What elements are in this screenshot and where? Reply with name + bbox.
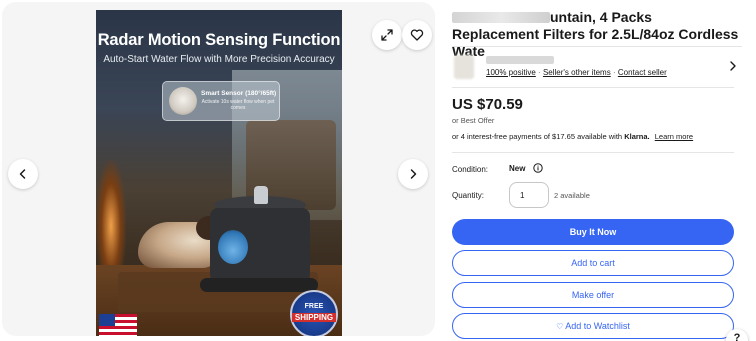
seller-avatar xyxy=(454,55,474,79)
chevron-left-icon xyxy=(19,169,26,179)
photo-lamp xyxy=(96,160,126,270)
fountain-spout xyxy=(254,186,268,204)
seller-card[interactable]: 100% positive · Seller's other items · C… xyxy=(452,48,742,84)
installments-note: or 4 interest-free payments of $17.65 av… xyxy=(452,132,693,141)
available-count: 2 available xyxy=(554,191,590,200)
us-flag-icon xyxy=(99,314,137,336)
condition-value: New xyxy=(509,164,526,173)
add-to-watchlist-button[interactable]: ♡ Add to Watchlist xyxy=(452,313,734,339)
sensor-description: Activate 10s water flow when pet comes xyxy=(201,99,275,111)
title-redacted xyxy=(452,12,550,23)
previous-image-button[interactable] xyxy=(8,159,38,189)
klarna-logo: Klarna. xyxy=(624,132,650,141)
sensor-title: Smart Sensor (180°/65ft) xyxy=(201,90,277,97)
heart-icon xyxy=(410,29,424,41)
installments-text: or 4 interest-free payments of $17.65 av… xyxy=(452,132,623,141)
expand-icon xyxy=(381,29,393,41)
image-gallery: Radar Motion Sensing Function Auto-Start… xyxy=(2,2,435,336)
condition-label: Condition: xyxy=(452,165,489,174)
buy-it-now-button[interactable]: Buy It Now xyxy=(452,219,734,245)
favorite-button[interactable] xyxy=(402,20,432,50)
fountain-water-window xyxy=(218,230,248,264)
badge-top-text: FREE xyxy=(304,303,324,310)
expand-button[interactable] xyxy=(372,20,402,50)
heart-icon: ♡ xyxy=(556,321,564,331)
chevron-right-icon xyxy=(410,169,417,179)
chevron-right-icon[interactable] xyxy=(728,60,738,72)
cat-face-icon xyxy=(169,87,197,115)
seller-other-items-link[interactable]: Seller's other items xyxy=(543,68,611,77)
product-photo[interactable]: Radar Motion Sensing Function Auto-Start… xyxy=(96,10,342,336)
price: US $70.59 xyxy=(452,96,523,113)
photo-headline: Radar Motion Sensing Function xyxy=(97,31,341,49)
info-icon[interactable] xyxy=(533,163,543,173)
learn-more-link[interactable]: Learn more xyxy=(655,132,693,141)
contact-seller-link[interactable]: Contact seller xyxy=(618,68,667,77)
quantity-input[interactable]: 1 xyxy=(509,182,549,208)
best-offer-note: or Best Offer xyxy=(452,116,495,125)
add-to-cart-button[interactable]: Add to cart xyxy=(452,250,734,276)
free-shipping-badge: FREE SHIPPING xyxy=(290,290,338,336)
fountain-base xyxy=(200,278,318,292)
watchlist-label: Add to Watchlist xyxy=(565,321,630,331)
next-image-button[interactable] xyxy=(398,159,428,189)
seller-feedback-link[interactable]: 100% positive xyxy=(486,68,536,77)
divider xyxy=(452,46,742,47)
seller-name-redacted xyxy=(486,56,554,64)
divider xyxy=(452,87,734,88)
divider xyxy=(452,152,734,153)
quantity-label: Quantity: xyxy=(452,191,485,200)
photo-subheadline: Auto-Start Water Flow with More Precisio… xyxy=(103,54,335,65)
make-offer-button[interactable]: Make offer xyxy=(452,282,734,308)
badge-bottom-text: SHIPPING xyxy=(292,313,336,322)
seller-links: 100% positive · Seller's other items · C… xyxy=(486,68,667,77)
help-button[interactable]: ? xyxy=(726,329,748,341)
sensor-callout: Smart Sensor (180°/65ft) Activate 10s wa… xyxy=(162,81,280,121)
